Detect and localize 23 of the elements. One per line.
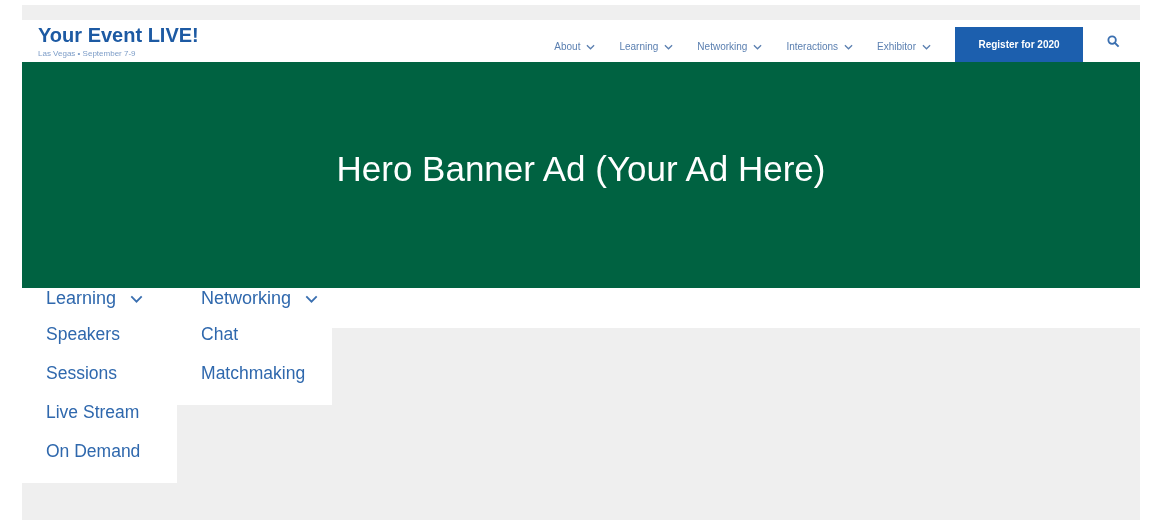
nav-menu-item[interactable]: Learning (607, 41, 686, 62)
chevron-down-icon (130, 294, 144, 303)
chevron-down-icon (753, 43, 763, 50)
chevron-down-icon (922, 43, 931, 50)
dropdown-menu-item[interactable]: On Demand (22, 432, 178, 471)
dropdown-menu-item[interactable]: Sessions (22, 354, 178, 393)
nav-menu-item[interactable]: About (542, 41, 608, 62)
chevron-down-icon (586, 43, 596, 50)
dropdown-menu-item[interactable]: Speakers (22, 315, 178, 354)
site-subtitle: Las Vegas • September 7-9 (38, 49, 137, 58)
register-button[interactable]: Register for 2020 (955, 27, 1083, 62)
nav-menu-item[interactable]: Exhibitor (865, 41, 943, 62)
nav-menu-item[interactable]: Networking (685, 41, 775, 62)
chevron-down-icon (664, 43, 674, 50)
site-title: Your Event LIVE! (38, 24, 199, 47)
search-icon[interactable] (1107, 35, 1120, 48)
dropdown-menu-item[interactable]: Chat (177, 315, 333, 354)
chevron-down-icon (305, 294, 319, 303)
dropdown-menu-item[interactable]: Matchmaking (177, 354, 333, 393)
nav-menu-item[interactable]: Interactions (774, 41, 866, 62)
dropdown-menu-item[interactable]: Live Stream (22, 393, 178, 432)
hero-banner-ad[interactable]: Hero Banner Ad (Your Ad Here) (22, 62, 1140, 288)
chevron-down-icon (844, 43, 854, 50)
